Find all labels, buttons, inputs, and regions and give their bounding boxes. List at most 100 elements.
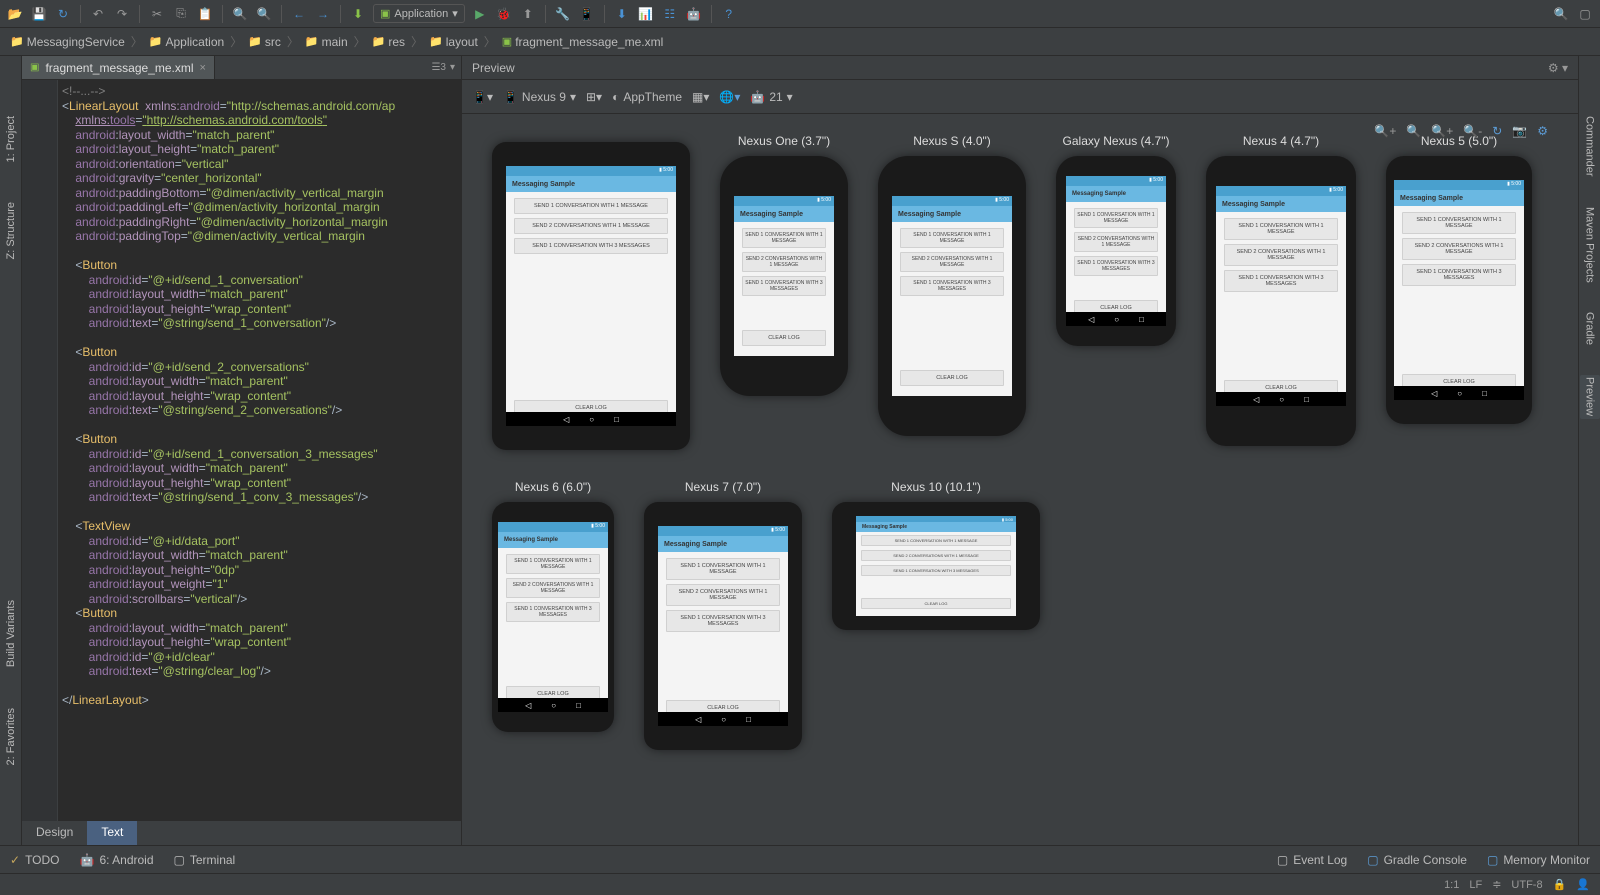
user-icon[interactable]: ▢ <box>1576 5 1594 23</box>
device-preview[interactable]: Galaxy Nexus (4.7") ▮ 5:00 Messaging Sam… <box>1056 134 1176 450</box>
tool-structure[interactable]: Z: Structure <box>5 202 17 259</box>
tab-design[interactable]: Design <box>22 821 87 845</box>
editor-panel: ▣ fragment_message_me.xml × ☰3 ▾ <!--...… <box>22 56 462 845</box>
tool-gradle[interactable]: Gradle <box>1584 312 1596 345</box>
stop-icon[interactable]: 🔧 <box>554 5 572 23</box>
main-area: 1: Project Z: Structure Build Variants 2… <box>0 56 1600 845</box>
zoom-toolbar: 🔍+ 🔍 🔍+ 🔍- ↻ 📷 ⚙ <box>1374 124 1548 138</box>
line-ending[interactable]: LF <box>1469 879 1482 891</box>
breadcrumb-item[interactable]: ▣fragment_message_me.xml <box>502 35 663 49</box>
zoom-out-icon[interactable]: 🔍- <box>1463 124 1482 138</box>
preview-canvas: 🔍+ 🔍 🔍+ 🔍- ↻ 📷 ⚙ ▮ 5:00 Messaging Sample <box>462 114 1578 845</box>
breadcrumb-item[interactable]: 📁src <box>248 35 281 49</box>
breadcrumb-item[interactable]: 📁res <box>372 35 405 49</box>
undo-icon[interactable]: ↶ <box>89 5 107 23</box>
xml-file-icon: ▣ <box>30 62 39 73</box>
tab-text[interactable]: Text <box>87 821 137 845</box>
device-preview[interactable]: Nexus 6 (6.0") ▮ 5:00 Messaging Sample S… <box>492 480 614 750</box>
device-preview[interactable]: Nexus One (3.7") ▮ 5:00 Messaging Sample… <box>720 134 848 450</box>
back-icon[interactable]: ← <box>290 5 308 23</box>
monitor-icon[interactable]: 📊 <box>637 5 655 23</box>
code-editor[interactable]: <!--...--> <LinearLayout xmlns:android="… <box>22 80 461 821</box>
run-config-dropdown[interactable]: ▣ Application ▾ <box>373 4 465 23</box>
breadcrumb-item[interactable]: 📁layout <box>429 35 478 49</box>
device-preview[interactable]: Nexus 4 (4.7") ▮ 5:00 Messaging Sample S… <box>1206 134 1356 450</box>
left-tool-strip: 1: Project Z: Structure Build Variants 2… <box>0 56 22 845</box>
tool-memory-monitor[interactable]: ▢Memory Monitor <box>1487 853 1590 867</box>
redo-icon[interactable]: ↷ <box>113 5 131 23</box>
preview-header: Preview ⚙ ▾ <box>462 56 1578 80</box>
make-icon[interactable]: ⬇ <box>349 5 367 23</box>
sdk-icon[interactable]: ⬇ <box>613 5 631 23</box>
gutter <box>22 80 58 821</box>
open-icon[interactable]: 📂 <box>6 5 24 23</box>
tool-preview[interactable]: Preview <box>1580 375 1600 418</box>
zoom-reset-icon[interactable]: 🔍 <box>1406 124 1421 138</box>
theme-selector[interactable]: ◐ AppTheme <box>612 90 682 104</box>
tool-event-log[interactable]: ▢Event Log <box>1277 853 1347 867</box>
tool-todo[interactable]: ✓TODO <box>10 853 60 867</box>
device-preview[interactable]: ▮ 5:00 Messaging Sample SEND 1 CONVERSAT… <box>492 134 690 450</box>
inspector-icon[interactable]: 👤 <box>1576 878 1590 891</box>
device-preview[interactable]: Nexus 10 (10.1") ▮ 5:00 Messaging Sample… <box>832 480 1040 750</box>
cut-icon[interactable]: ✂ <box>148 5 166 23</box>
run-icon[interactable]: ▶ <box>471 5 489 23</box>
api-selector[interactable]: 🤖21▾ <box>750 90 792 104</box>
config-icon[interactable]: ⊞▾ <box>586 90 602 104</box>
device-preview[interactable]: Nexus 7 (7.0") ▮ 5:00 Messaging Sample S… <box>644 480 802 750</box>
save-icon[interactable]: 💾 <box>30 5 48 23</box>
dropdown-icon[interactable]: ▾ <box>450 62 455 73</box>
zoom-in-icon[interactable]: 🔍+ <box>1374 124 1396 138</box>
main-toolbar: 📂 💾 ↻ ↶ ↷ ✂ ⎘ 📋 🔍 🔍 ← → ⬇ ▣ Application … <box>0 0 1600 28</box>
breadcrumb-item[interactable]: 📁Application <box>149 35 224 49</box>
layout-icon[interactable]: ▦▾ <box>692 90 709 104</box>
sync-icon[interactable]: ↻ <box>54 5 72 23</box>
tool-project[interactable]: 1: Project <box>5 116 17 162</box>
editor-tab-bar: ▣ fragment_message_me.xml × ☰3 ▾ <box>22 56 461 80</box>
breadcrumb-item[interactable]: 📁main <box>305 35 348 49</box>
zoom-in2-icon[interactable]: 🔍+ <box>1431 124 1453 138</box>
locale-icon[interactable]: 🌐▾ <box>719 90 740 104</box>
screenshot-icon[interactable]: 📷 <box>1512 124 1527 138</box>
encoding[interactable]: UTF-8 <box>1511 879 1542 891</box>
find-icon[interactable]: 🔍 <box>231 5 249 23</box>
paste-icon[interactable]: 📋 <box>196 5 214 23</box>
gear-icon[interactable]: ⚙ ▾ <box>1548 61 1568 75</box>
search-everywhere-icon[interactable]: 🔍 <box>1552 5 1570 23</box>
tool-terminal[interactable]: ▢Terminal <box>174 853 236 867</box>
device-selector[interactable]: 📱 Nexus 9 ▾ <box>503 90 576 104</box>
status-bar: 1:1 LF ≑ UTF-8 🔒 👤 <box>0 873 1600 895</box>
breadcrumb-item[interactable]: 📁MessagingService <box>10 35 125 49</box>
refresh-icon[interactable]: ↻ <box>1492 124 1502 138</box>
tool-android[interactable]: 🤖6: Android <box>80 853 154 867</box>
tool-maven[interactable]: Maven Projects <box>1584 207 1596 283</box>
tool-gradle-console[interactable]: ▢Gradle Console <box>1367 853 1467 867</box>
help-icon[interactable]: ? <box>720 5 738 23</box>
android-icon[interactable]: 🤖 <box>685 5 703 23</box>
tab-counter: ☰3 <box>431 62 446 73</box>
replace-icon[interactable]: 🔍 <box>255 5 273 23</box>
tool-commander[interactable]: Commander <box>1584 116 1596 177</box>
manager-icon[interactable]: ☷ <box>661 5 679 23</box>
avd-icon[interactable]: 📱 <box>578 5 596 23</box>
editor-bottom-tabs: Design Text <box>22 821 461 845</box>
file-tab[interactable]: ▣ fragment_message_me.xml × <box>22 56 215 79</box>
copy-icon[interactable]: ⎘ <box>172 5 190 23</box>
footer-bar: ✓TODO 🤖6: Android ▢Terminal ▢Event Log ▢… <box>0 845 1600 873</box>
close-icon[interactable]: × <box>200 62 206 74</box>
device-orientation-icon[interactable]: 📱▾ <box>472 90 493 104</box>
preview-panel: Preview ⚙ ▾ 📱▾ 📱 Nexus 9 ▾ ⊞▾ ◐ AppTheme… <box>462 56 1578 845</box>
device-preview[interactable]: Nexus S (4.0") ▮ 5:00 Messaging Sample S… <box>878 134 1026 450</box>
cursor-position: 1:1 <box>1444 879 1459 891</box>
tool-favorites[interactable]: 2: Favorites <box>5 708 17 765</box>
forward-icon[interactable]: → <box>314 5 332 23</box>
device-preview[interactable]: Nexus 5 (5.0") ▮ 5:00 Messaging Sample S… <box>1386 134 1532 450</box>
lock-icon[interactable]: 🔒 <box>1553 878 1567 891</box>
settings-icon[interactable]: ⚙ <box>1537 124 1548 138</box>
right-tool-strip: Commander Maven Projects Gradle Preview <box>1578 56 1600 845</box>
debug-icon[interactable]: 🐞 <box>495 5 513 23</box>
attach-icon[interactable]: ⬆ <box>519 5 537 23</box>
breadcrumb-bar: 📁MessagingService〉 📁Application〉 📁src〉 📁… <box>0 28 1600 56</box>
tool-build-variants[interactable]: Build Variants <box>5 600 17 667</box>
preview-toolbar: 📱▾ 📱 Nexus 9 ▾ ⊞▾ ◐ AppTheme ▦▾ 🌐▾ 🤖21▾ <box>462 80 1578 114</box>
